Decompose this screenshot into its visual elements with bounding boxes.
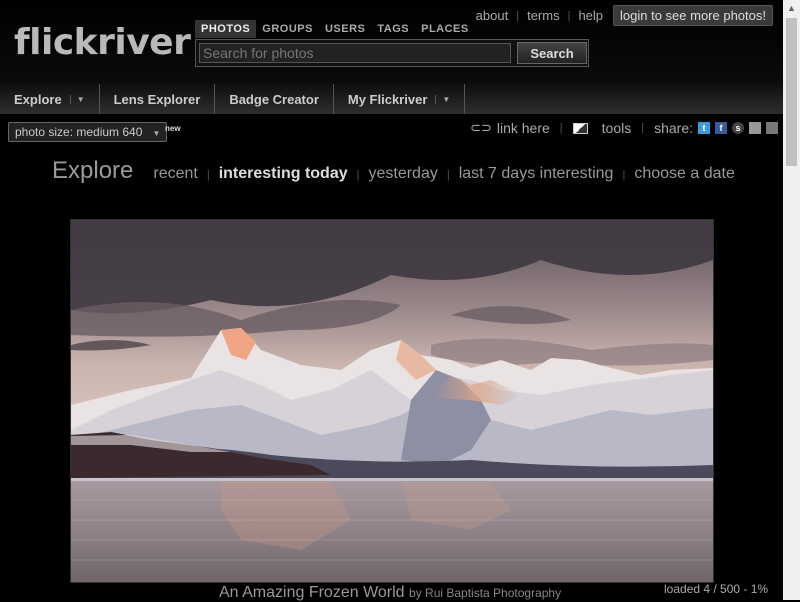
explore-title: Explore [52, 157, 134, 184]
tab-groups[interactable]: GROUPS [256, 20, 319, 38]
nav-item-lens-explorer[interactable]: Lens Explorer [100, 84, 216, 114]
twitter-icon[interactable]: t [698, 122, 710, 134]
nav-item-label: My Flickriver [347, 91, 428, 107]
mountain-landscape-image [71, 220, 713, 582]
link-icon: ⊂⊃ [470, 120, 492, 135]
search-box: Search [195, 39, 589, 67]
nav-item-explore[interactable]: Explore ▼ [0, 84, 100, 114]
tab-users[interactable]: USERS [319, 20, 371, 38]
separator: | [446, 169, 450, 181]
nav-item-label: Explore [14, 91, 62, 107]
delicious-icon[interactable] [749, 122, 761, 134]
tab-tags[interactable]: TAGS [371, 20, 415, 38]
explore-link-yesterday[interactable]: yesterday [368, 165, 437, 183]
separator: | [641, 122, 645, 134]
facebook-icon[interactable]: f [715, 122, 727, 134]
top-links: about | terms | help login to see more p… [476, 5, 773, 26]
separator: | [206, 169, 210, 181]
share-label: share: [654, 120, 693, 136]
explore-nav: Explore recent | interesting today | yes… [52, 157, 735, 185]
photo-size-select[interactable]: photo size: medium 640 ▼ [8, 122, 168, 142]
separator: | [622, 169, 626, 181]
search-button[interactable]: Search [517, 42, 587, 64]
chevron-down-icon: ▼ [152, 129, 161, 138]
search-tabs: PHOTOS GROUPS USERS TAGS PLACES [195, 20, 475, 38]
chevron-down-icon[interactable]: ▼ [435, 94, 450, 104]
photo-author[interactable]: by Rui Baptista Photography [409, 586, 561, 600]
login-button[interactable]: login to see more photos! [613, 5, 773, 26]
tab-photos[interactable]: PHOTOS [195, 20, 257, 38]
separator: | [516, 9, 520, 22]
loading-status: loaded 4 / 500 - 1% [664, 582, 769, 596]
flickriver-logo[interactable]: flickriver [14, 22, 191, 63]
nav-item-label: Lens Explorer [113, 91, 201, 107]
explore-link-recent[interactable]: recent [153, 165, 197, 183]
photo[interactable] [70, 219, 714, 583]
scrollbar[interactable]: ▲ [783, 0, 800, 600]
photo-size-label: photo size: medium 640 [15, 125, 143, 139]
chevron-down-icon[interactable]: ▼ [69, 94, 85, 104]
explore-link-choose-date[interactable]: choose a date [634, 165, 735, 183]
header: flickriver PHOTOS GROUPS USERS TAGS PLAC… [0, 0, 783, 114]
separator: | [356, 169, 360, 181]
nav-item-my-flickriver[interactable]: My Flickriver ▼ [334, 84, 466, 114]
tab-places[interactable]: PLACES [415, 20, 475, 38]
explore-link-last-7-days[interactable]: last 7 days interesting [459, 165, 614, 183]
separator: | [559, 122, 563, 134]
tools-icon[interactable] [572, 122, 588, 134]
explore-link-interesting-today[interactable]: interesting today [219, 165, 348, 183]
stumbleupon-icon[interactable]: s [732, 122, 744, 134]
tools-link[interactable]: tools [602, 120, 632, 136]
search-input[interactable] [199, 43, 511, 63]
scroll-up-icon[interactable]: ▲ [783, 0, 800, 17]
terms-link[interactable]: terms [527, 8, 560, 23]
photo-title[interactable]: An Amazing Frozen World [219, 584, 405, 601]
puzzle-icon[interactable] [766, 122, 778, 134]
main-nav: Explore ▼ Lens Explorer Badge Creator My… [0, 84, 466, 114]
new-badge: new [165, 124, 181, 133]
separator: | [567, 9, 571, 22]
link-here-link[interactable]: link here [497, 120, 550, 136]
scroll-thumb[interactable] [786, 18, 797, 166]
about-link[interactable]: about [476, 8, 509, 23]
help-link[interactable]: help [578, 8, 603, 23]
nav-item-badge-creator[interactable]: Badge Creator [215, 84, 334, 114]
tools-bar: ⊂⊃ link here | tools | share: t f s [470, 120, 778, 136]
nav-item-label: Badge Creator [229, 91, 319, 107]
photo-caption: An Amazing Frozen World by Rui Baptista … [219, 584, 561, 602]
